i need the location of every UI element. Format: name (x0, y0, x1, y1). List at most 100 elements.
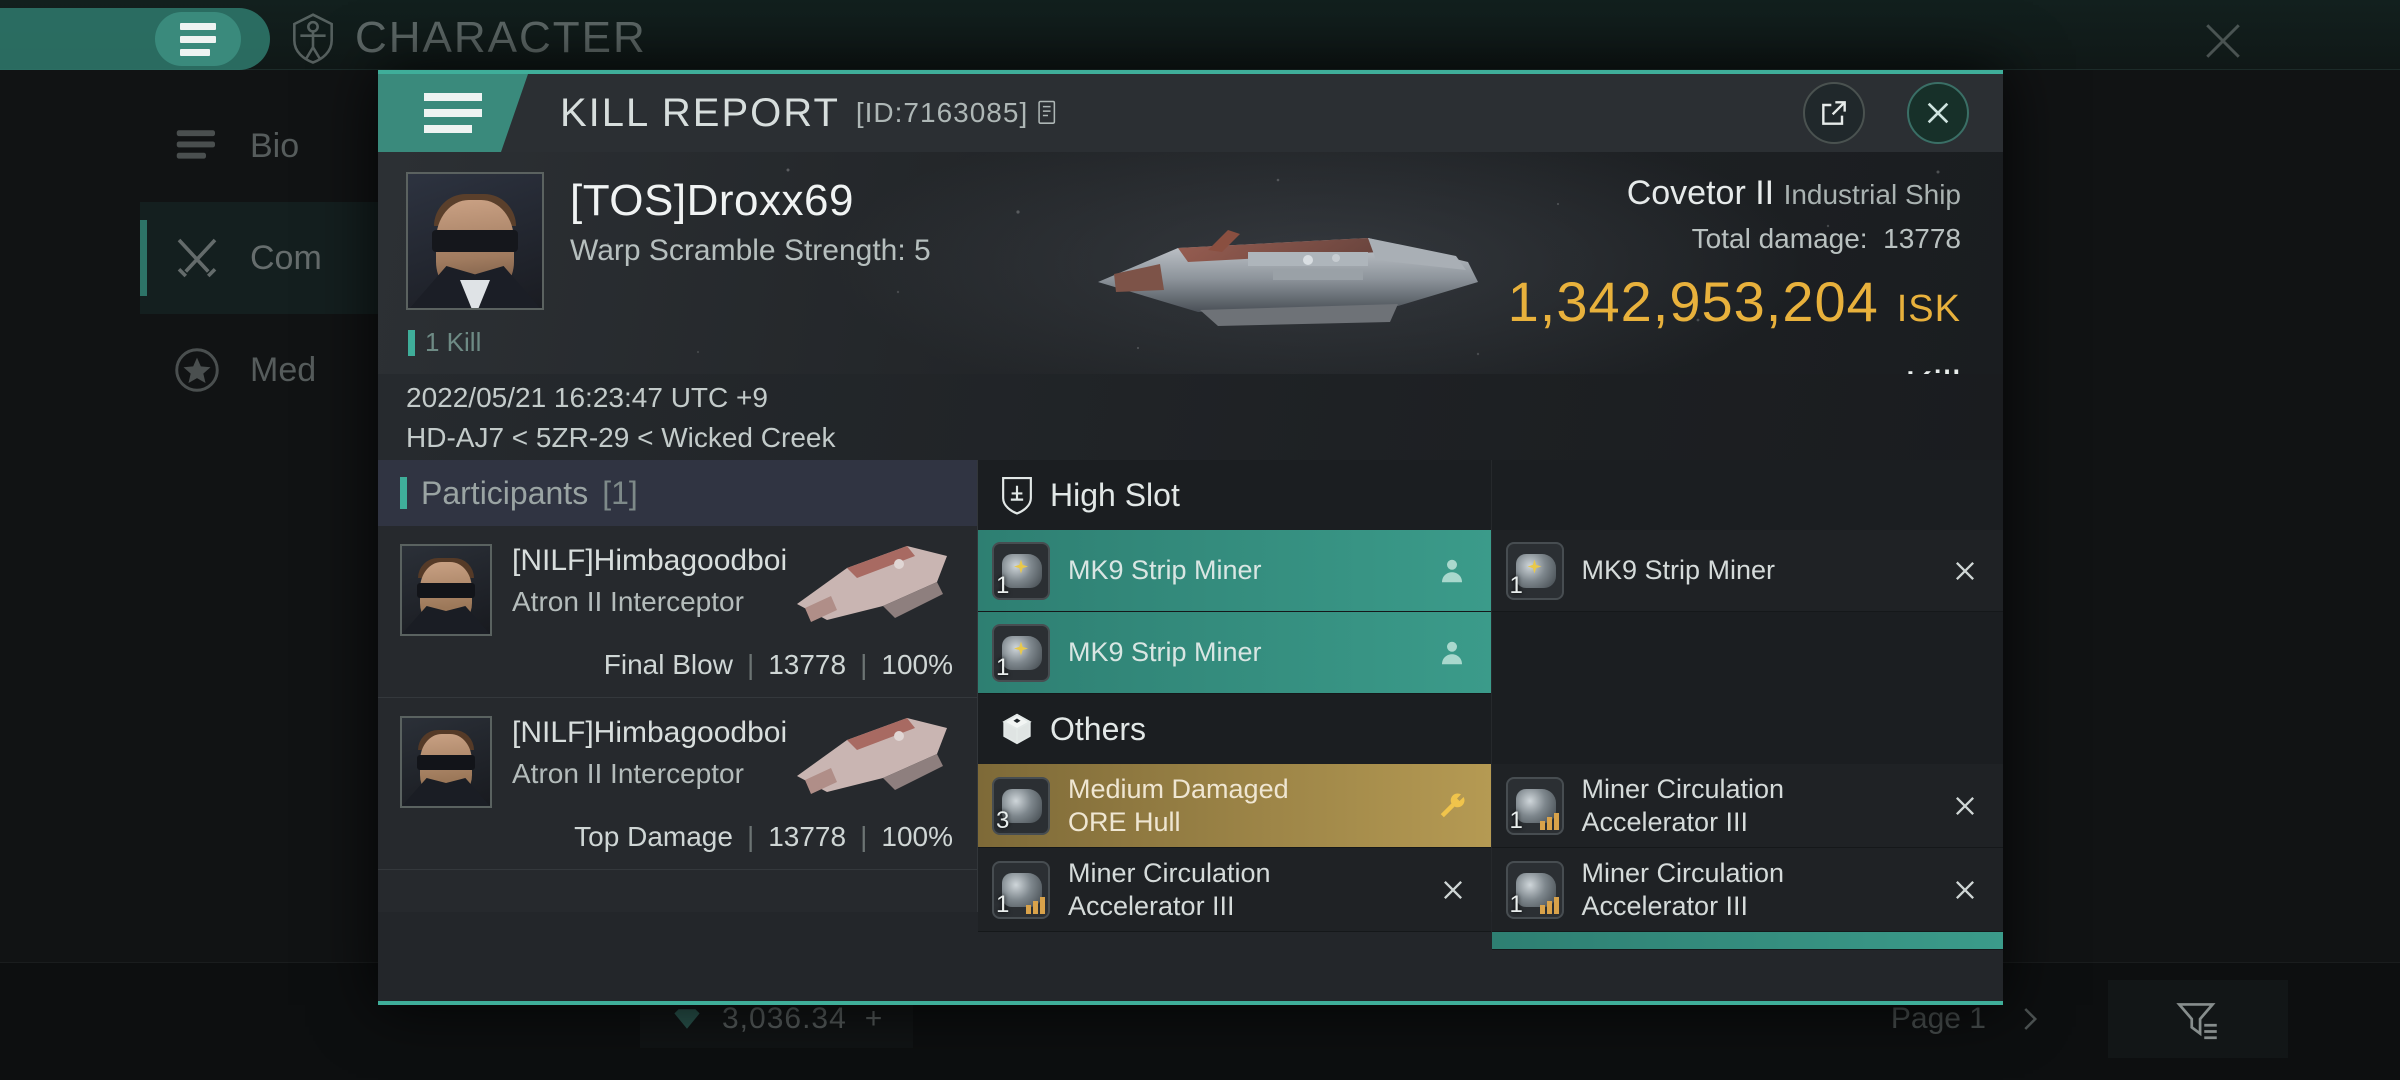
module-row[interactable]: 1 Miner Circulation Accelerator III (978, 848, 1491, 932)
kill-tag-accent (408, 329, 415, 356)
module-row[interactable]: 3 Medium Damaged ORE Hull (978, 764, 1491, 848)
participants-header: Participants [1] (378, 460, 977, 526)
sidebar-item-medals[interactable]: Med (140, 314, 410, 426)
chevron-right-icon[interactable] (2014, 1004, 2044, 1034)
module-row[interactable]: 1 MK9 Strip Miner (978, 530, 1491, 612)
ship-class: Industrial Ship (1783, 179, 1961, 210)
modal-title: KILL REPORT (560, 90, 840, 135)
participant-row[interactable]: [NILF]Himbagoodboi Atron II Interceptor … (378, 698, 977, 870)
participant-name: [NILF]Himbagoodboi (512, 544, 788, 577)
page-title: CHARACTER (355, 13, 647, 62)
fitting-column-right: 1 MK9 Strip Miner 1 Miner Circulation Ac… (1490, 460, 2003, 950)
wrench-icon (1437, 791, 1467, 821)
victim-name: [TOS]Droxx69 (570, 176, 854, 225)
high-slot-icon (1000, 475, 1034, 515)
sidebar-item-bio[interactable]: Bio (140, 90, 410, 202)
module-quantity: 1 (996, 571, 1010, 599)
close-button[interactable] (1907, 82, 1969, 144)
participant-name: [NILF]Himbagoodboi (512, 716, 788, 749)
module-row[interactable]: 1 MK9 Strip Miner (1491, 530, 2003, 612)
sidebar-item-label: Com (250, 238, 322, 277)
total-damage-label: Total damage: (1691, 223, 1868, 254)
module-name-line1: Miner Circulation (1581, 773, 1785, 804)
module-row-partial[interactable] (1491, 932, 2003, 950)
participant-percent: 100% (881, 821, 953, 852)
copy-icon[interactable] (1036, 99, 1060, 127)
close-icon[interactable] (2196, 14, 2250, 68)
module-row[interactable]: 1 MK9 Strip Miner (978, 612, 1491, 694)
sidebar-item-combat[interactable]: Com (140, 202, 410, 314)
x-icon (1439, 876, 1467, 904)
result-label: Kill (1508, 362, 1961, 374)
high-slot-header: High Slot (978, 460, 1491, 530)
fitting-column-left: High Slot 1 MK9 Strip Miner 1 MK9 Strip … (978, 460, 1491, 932)
participants-count: [1] (602, 474, 638, 511)
others-header: Others (978, 694, 1491, 764)
background-page-title-wrap: CHARACTER (285, 10, 647, 66)
person-icon (1437, 556, 1467, 586)
module-row[interactable]: 1 Miner Circulation Accelerator III (1491, 848, 2003, 932)
section-title: Others (1050, 710, 1147, 747)
module-icon: 3 (992, 776, 1050, 835)
total-damage-value: 13778 (1883, 223, 1961, 254)
isk-balance-value: 3,036.34 (722, 1002, 847, 1035)
crossed-swords-icon (170, 231, 224, 285)
module-icon: 1 (1505, 541, 1564, 600)
share-button[interactable] (1803, 82, 1865, 144)
hamburger-icon[interactable] (155, 12, 241, 66)
module-row[interactable]: 1 Miner Circulation Accelerator III (1491, 764, 2003, 848)
sidebar-item-label: Med (250, 350, 317, 389)
report-id: [ID:7163085] (856, 97, 1060, 129)
external-link-icon (1818, 97, 1850, 129)
add-isk-button[interactable]: + (865, 1002, 884, 1036)
module-name: MK9 Strip Miner (1581, 555, 1776, 586)
fitting-right-gap (1491, 612, 2003, 764)
cube-icon (1000, 711, 1034, 747)
modal-header: KILL REPORT [ID:7163085] (378, 74, 2003, 152)
module-name: Miner Circulation Accelerator III (1068, 857, 1271, 923)
filter-icon (2173, 994, 2223, 1044)
participant-ship-image (797, 546, 947, 622)
ship-name: Covetor II (1626, 174, 1775, 212)
module-name-line1: Medium Damaged (1068, 773, 1289, 804)
filter-button[interactable] (2108, 980, 2288, 1058)
participant-damage: 13778 (768, 649, 847, 680)
vitruvian-man-icon (285, 10, 341, 66)
module-name-line2: Accelerator III (1068, 890, 1235, 921)
avatar[interactable] (400, 544, 492, 636)
fitting-panel: High Slot 1 MK9 Strip Miner 1 MK9 Strip … (978, 460, 2003, 950)
participant-tag: Final Blow (603, 649, 733, 680)
module-name-line2: Accelerator III (1581, 890, 1749, 921)
kill-count-label: 1 Kill (425, 327, 482, 357)
isk-icon (670, 1005, 704, 1033)
modal-body: Participants [1] [NILF]Himbagoodboi Atro… (378, 460, 2003, 950)
hamburger-icon[interactable] (378, 74, 528, 152)
avatar[interactable] (400, 716, 492, 808)
module-name-line1: Miner Circulation (1068, 857, 1271, 888)
module-icon: 1 (992, 623, 1050, 682)
module-icon: 1 (992, 541, 1050, 600)
sidebar-item-label: Bio (250, 126, 300, 165)
star-medal-icon (170, 343, 224, 397)
participant-stats: Top Damage | 13778 | 100% (574, 821, 953, 852)
x-icon (1951, 876, 1979, 904)
page-label: Page 1 (1890, 1002, 1986, 1035)
module-quantity: 1 (996, 890, 1010, 918)
participant-ship: Atron II Interceptor (512, 758, 744, 789)
participant-stats: Final Blow | 13778 | 100% (603, 649, 953, 680)
victim-meta-strip: 2022/05/21 16:23:47 UTC +9 HD-AJ7 < 5ZR-… (378, 374, 2003, 460)
screen: CHARACTER Bio Com Med 3,036.34 + Page 1 … (0, 0, 2400, 1080)
avatar[interactable] (406, 172, 544, 310)
module-name-line2: ORE Hull (1068, 806, 1181, 837)
module-quantity: 1 (996, 653, 1010, 681)
participants-label: Participants (421, 474, 589, 511)
module-icon: 1 (992, 860, 1050, 919)
modal-header-actions (1803, 82, 1969, 144)
victim-hero: [TOS]Droxx69 Warp Scramble Strength: 5 1… (378, 152, 2003, 374)
ship-summary: Covetor II Industrial Ship Total damage:… (1508, 174, 1961, 374)
section-accent (400, 477, 407, 509)
participant-row[interactable]: [NILF]Himbagoodboi Atron II Interceptor … (378, 526, 977, 698)
participant-tag: Top Damage (574, 821, 733, 852)
close-icon (1922, 97, 1954, 129)
module-quantity: 1 (1509, 571, 1523, 599)
